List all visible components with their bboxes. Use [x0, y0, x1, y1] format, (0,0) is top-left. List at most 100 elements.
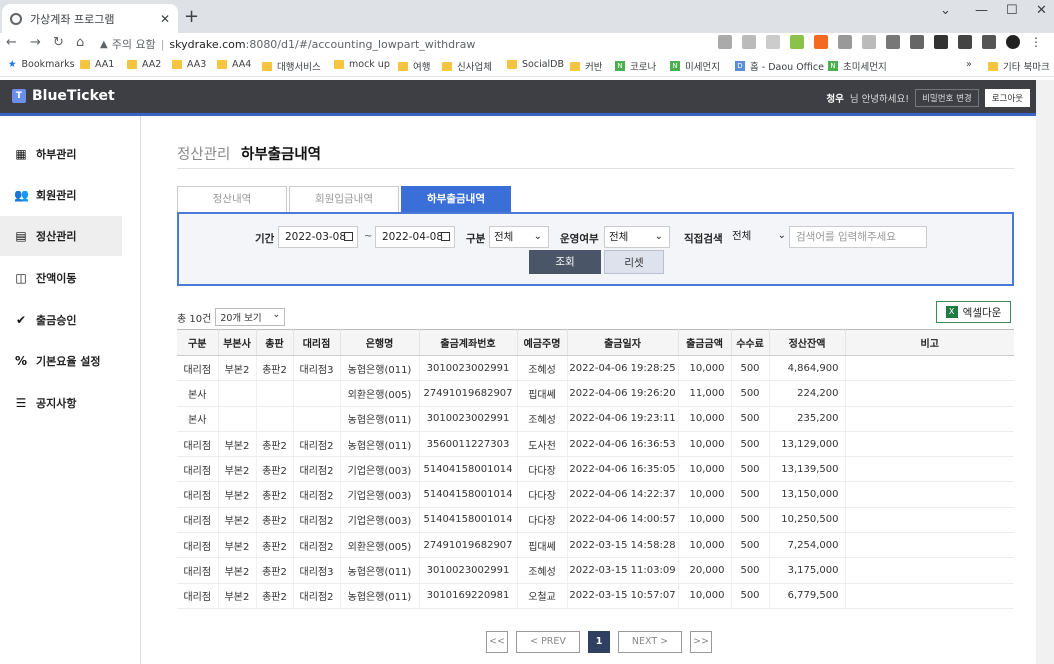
search-button[interactable]: 조회 [529, 250, 601, 274]
status-select[interactable]: 전체 ⌄ [604, 226, 670, 248]
bookmark-item[interactable]: AA1 [80, 59, 114, 70]
folder-icon [334, 60, 344, 69]
forward-icon[interactable]: → [30, 35, 41, 50]
sidebar-item-settlement[interactable]: ▤ 정산관리 [0, 216, 122, 256]
table-cell: 농협은행(011) [340, 355, 420, 382]
table-row[interactable]: 본사 농협은행(011) 3010023002991 조혜성 2022-04-06 19… [177, 406, 1014, 432]
excel-download-button[interactable]: X 엑셀다운 [936, 301, 1011, 323]
table-body: 대리점 부본2 총판2 대리점3 농협은행(011) 3010023002991 조혜성 20… [177, 355, 1014, 609]
table-row[interactable]: 대리점 부본2 총판2 대리점2 기업은행(003) 51404158001014 다다장 2… [177, 507, 1014, 534]
tab-member-deposit[interactable]: 회원입금내역 [289, 186, 399, 212]
share-icon[interactable] [742, 35, 756, 49]
sidebar-item-transfer[interactable]: ◫ 잔액이동 [0, 258, 122, 298]
bookmarks-overflow[interactable]: » [966, 59, 972, 70]
table-cell: 부본2 [218, 557, 257, 584]
key-icon[interactable] [718, 35, 732, 49]
bookmark-item[interactable]: AA4 [217, 59, 251, 70]
bookmark-item[interactable]: 신사업체 [442, 59, 492, 73]
date-to-input[interactable]: 2022-04-08 [375, 226, 455, 248]
bookmark-item[interactable]: 커반 [570, 59, 602, 73]
folder-icon [127, 60, 137, 69]
brand-logo[interactable]: T BlueTicket [12, 88, 115, 104]
table-cell [845, 557, 1014, 584]
table-row[interactable]: 대리점 부본2 총판2 대리점2 농협은행(011) 3010169220981 오철교 20… [177, 583, 1014, 609]
profile-avatar[interactable] [1006, 35, 1020, 49]
reset-button[interactable]: 리셋 [604, 250, 664, 274]
sidebar-item-withdraw-approval[interactable]: ✔ 출금승인 [0, 300, 122, 340]
maximize-icon[interactable]: ☐ [1006, 3, 1018, 18]
next-page-button[interactable]: NEXT > [618, 631, 682, 653]
last-page-button[interactable]: >> [690, 631, 712, 653]
puzzle-icon[interactable] [958, 35, 972, 49]
bookmark-item[interactable]: AA3 [172, 59, 206, 70]
menu-kebab-icon[interactable]: ⋮ [1030, 35, 1044, 49]
ext-icon[interactable] [934, 35, 948, 49]
table-cell: 대리점 [177, 532, 219, 559]
bookmark-item[interactable]: mock up [334, 59, 390, 70]
home-icon[interactable]: ⌂ [76, 35, 84, 50]
table-cell: 부본2 [218, 481, 257, 508]
bookmark-item[interactable]: SocialDB [507, 59, 564, 70]
ext-icon[interactable] [886, 35, 900, 49]
keyword-input[interactable]: 검색어를 입력해주세요 [789, 226, 927, 248]
ext-orange-icon[interactable] [814, 35, 828, 49]
table-cell: 대리점 [177, 431, 219, 458]
bookmark-item[interactable]: N 미세먼지 [670, 59, 720, 73]
user-name: 청우 [826, 94, 844, 105]
browser-tab[interactable]: 가상계좌 프로그램 ✕ [2, 4, 178, 33]
globe-ext-icon[interactable] [910, 35, 924, 49]
type-select[interactable]: 전체 ⌄ [489, 226, 549, 248]
bookmark-item[interactable]: ★ Bookmarks [8, 59, 75, 70]
table-row[interactable]: 대리점 부본2 총판2 대리점2 농협은행(011) 3560011227303 도사천 20… [177, 431, 1014, 458]
sidepanel-icon[interactable] [982, 35, 996, 49]
direct-search-select[interactable]: 전체 ⌄ [728, 226, 792, 248]
bookmark-item[interactable]: AA2 [127, 59, 161, 70]
ext-icon[interactable] [862, 35, 876, 49]
table-cell: 농협은행(011) [340, 431, 420, 458]
close-tab-icon[interactable]: ✕ [160, 12, 170, 26]
table-cell: 51404158001014 [419, 507, 518, 534]
ext-green-icon[interactable] [790, 35, 804, 49]
page-scrollbar[interactable] [1036, 80, 1054, 664]
bookmark-item[interactable]: 기타 북마크 [988, 59, 1050, 73]
prev-page-button[interactable]: < PREV [516, 631, 580, 653]
bookmark-item[interactable]: D홈 - Daou Office [735, 59, 824, 73]
first-page-button[interactable]: << [486, 631, 508, 653]
tab-sub-withdraw[interactable]: 하부출금내역 [401, 186, 511, 212]
table-cell: 대리점3 [293, 557, 341, 584]
logout-button[interactable]: 로그아웃 [984, 89, 1030, 107]
table-row[interactable]: 대리점 부본2 총판2 대리점3 농협은행(011) 3010023002991 조혜성 20… [177, 355, 1014, 382]
sidebar-item-org[interactable]: ▦ 하부관리 [0, 134, 122, 174]
table-row[interactable]: 본사 외환은행(005) 27491019682907 핍대쎄 2022-04-06 1… [177, 380, 1014, 407]
table-row[interactable]: 대리점 부본2 총판2 대리점2 기업은행(003) 51404158001014 다다장 2… [177, 456, 1014, 483]
page-size-select[interactable]: 20개 보기 ⌄ [215, 308, 286, 326]
table-row[interactable]: 대리점 부본2 총판2 대리점2 기업은행(003) 51404158001014 다다장 2… [177, 481, 1014, 508]
sidebar-item-rate-settings[interactable]: % 기본요율 설정 [0, 341, 122, 381]
reload-icon[interactable]: ↻ [53, 35, 64, 50]
new-tab-icon[interactable]: + [184, 6, 199, 27]
change-password-button[interactable]: 비밀번호 변경 [915, 89, 979, 107]
percent-icon: % [14, 354, 28, 368]
date-from-input[interactable]: 2022-03-08 [278, 226, 358, 248]
ext-gray-icon[interactable] [838, 35, 852, 49]
minimize-icon[interactable]: — [975, 3, 988, 18]
sidebar-item-notice[interactable]: ☰ 공지사항 [0, 383, 122, 423]
table-cell: 대리점3 [293, 355, 341, 382]
bookmark-item[interactable]: 대행서비스 [262, 59, 321, 73]
star-icon[interactable] [766, 35, 780, 49]
bookmark-item[interactable]: N 코로나 [615, 59, 656, 73]
table-row[interactable]: 대리점 부본2 총판2 대리점3 농협은행(011) 3010023002991 조혜성 20… [177, 557, 1014, 584]
url-field[interactable]: ▲ 주의 요함 | skydrake.com :8080/d1/#/accoun… [100, 34, 720, 54]
bookmark-item[interactable]: 여행 [398, 59, 430, 73]
column-header: 구분 [177, 329, 219, 356]
page-number-button[interactable]: 1 [588, 631, 610, 653]
calendar-icon[interactable] [441, 232, 450, 241]
back-icon[interactable]: ← [6, 35, 17, 50]
bookmark-item[interactable]: N 초미세먼지 [828, 59, 887, 73]
chevron-down-icon[interactable]: ⌄ [940, 3, 951, 18]
close-window-icon[interactable]: ✕ [1036, 3, 1047, 18]
calendar-icon[interactable] [344, 232, 353, 241]
table-row[interactable]: 대리점 부본2 총판2 대리점2 외환은행(005) 27491019682907 핍대쎄 2… [177, 532, 1014, 559]
tab-settlement-history[interactable]: 정산내역 [177, 186, 287, 212]
sidebar-item-members[interactable]: 👥 회원관리 [0, 175, 122, 215]
